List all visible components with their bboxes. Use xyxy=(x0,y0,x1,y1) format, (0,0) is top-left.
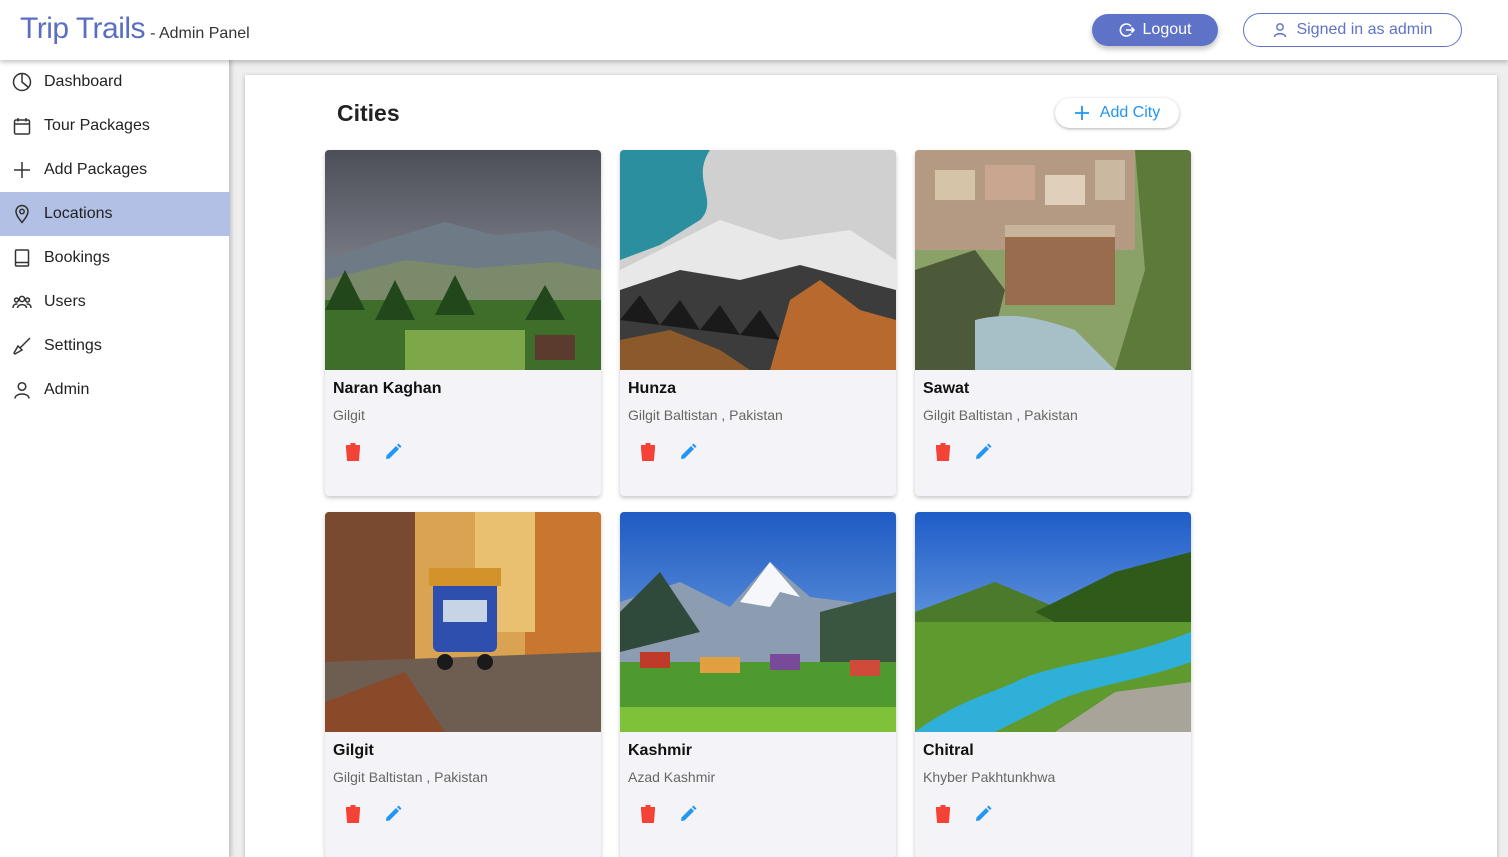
city-card: Gilgit Gilgit Baltistan , Pakistan xyxy=(325,512,601,857)
city-card: Chitral Khyber Pakhtunkhwa xyxy=(915,512,1191,857)
city-region: Gilgit xyxy=(333,407,365,423)
top-header: Trip Trails - Admin Panel Logout Signed … xyxy=(0,0,1508,60)
main-panel: Cities Add City Naran Kaghan Gilgit Hunz… xyxy=(245,75,1497,857)
city-name: Gilgit xyxy=(333,742,374,759)
users-icon xyxy=(12,292,32,312)
sidebar-item-users[interactable]: Users xyxy=(0,280,230,324)
calendar-icon xyxy=(12,116,32,136)
city-image[interactable] xyxy=(915,512,1191,732)
sidebar: Dashboard Tour Packages Add Packages Loc… xyxy=(0,60,230,857)
app-subtitle: - Admin Panel xyxy=(150,25,250,42)
city-image[interactable] xyxy=(325,512,601,732)
edit-icon[interactable] xyxy=(676,802,700,826)
edit-icon[interactable] xyxy=(971,440,995,464)
sidebar-item-settings[interactable]: Settings xyxy=(0,324,230,368)
add-city-label: Add City xyxy=(1099,104,1161,121)
city-card: Kashmir Azad Kashmir xyxy=(620,512,896,857)
delete-icon[interactable] xyxy=(636,440,660,464)
city-card: Hunza Gilgit Baltistan , Pakistan xyxy=(620,150,896,496)
sidebar-item-tour-packages[interactable]: Tour Packages xyxy=(0,104,230,148)
chart-pie-icon xyxy=(12,72,32,92)
logout-icon xyxy=(1119,23,1135,37)
brand: Trip Trails - Admin Panel xyxy=(20,12,250,46)
plus-icon xyxy=(1074,106,1089,120)
edit-icon[interactable] xyxy=(676,440,700,464)
add-city-button[interactable]: Add City xyxy=(1055,98,1179,128)
city-name: Chitral xyxy=(923,742,974,759)
city-image[interactable] xyxy=(620,512,896,732)
sidebar-item-label: Settings xyxy=(44,337,102,354)
sidebar-item-label: Admin xyxy=(44,381,90,398)
sidebar-item-label: Dashboard xyxy=(44,73,123,90)
delete-icon[interactable] xyxy=(931,440,955,464)
city-region: Gilgit Baltistan , Pakistan xyxy=(333,769,488,785)
city-card: Sawat Gilgit Baltistan , Pakistan xyxy=(915,150,1191,496)
city-region: Khyber Pakhtunkhwa xyxy=(923,769,1056,785)
sidebar-item-bookings[interactable]: Bookings xyxy=(0,236,230,280)
city-name: Sawat xyxy=(923,380,970,397)
brush-icon xyxy=(12,336,32,356)
user-icon xyxy=(1274,23,1287,38)
city-region: Gilgit Baltistan , Pakistan xyxy=(628,407,783,423)
city-card: Naran Kaghan Gilgit xyxy=(325,150,601,496)
edit-icon[interactable] xyxy=(971,802,995,826)
delete-icon[interactable] xyxy=(636,802,660,826)
city-name: Hunza xyxy=(628,380,676,397)
delete-icon[interactable] xyxy=(341,802,365,826)
signed-in-label: Signed in as admin xyxy=(1296,21,1433,38)
app-title[interactable]: Trip Trails xyxy=(20,12,146,46)
city-image[interactable] xyxy=(325,150,601,370)
logout-button[interactable]: Logout xyxy=(1092,14,1218,46)
page-title: Cities xyxy=(337,100,400,126)
city-name: Naran Kaghan xyxy=(333,380,442,397)
delete-icon[interactable] xyxy=(341,440,365,464)
plus-icon xyxy=(12,160,32,180)
logout-label: Logout xyxy=(1142,21,1192,38)
sidebar-item-admin[interactable]: Admin xyxy=(0,368,230,412)
signed-in-button[interactable]: Signed in as admin xyxy=(1243,13,1462,47)
sidebar-item-label: Tour Packages xyxy=(44,117,150,134)
edit-icon[interactable] xyxy=(381,802,405,826)
city-region: Azad Kashmir xyxy=(628,769,716,785)
city-image[interactable] xyxy=(620,150,896,370)
sidebar-item-label: Locations xyxy=(44,205,113,222)
city-image[interactable] xyxy=(915,150,1191,370)
edit-icon[interactable] xyxy=(381,440,405,464)
sidebar-item-label: Users xyxy=(44,293,86,310)
city-name: Kashmir xyxy=(628,742,693,759)
delete-icon[interactable] xyxy=(931,802,955,826)
sidebar-item-add-packages[interactable]: Add Packages xyxy=(0,148,230,192)
sidebar-item-dashboard[interactable]: Dashboard xyxy=(0,60,230,104)
sidebar-item-label: Add Packages xyxy=(44,161,148,178)
book-icon xyxy=(12,248,32,268)
map-pin-icon xyxy=(12,204,32,224)
user-icon xyxy=(12,380,32,400)
city-region: Gilgit Baltistan , Pakistan xyxy=(923,407,1078,423)
sidebar-item-label: Bookings xyxy=(44,249,110,266)
sidebar-item-locations[interactable]: Locations xyxy=(0,192,230,236)
